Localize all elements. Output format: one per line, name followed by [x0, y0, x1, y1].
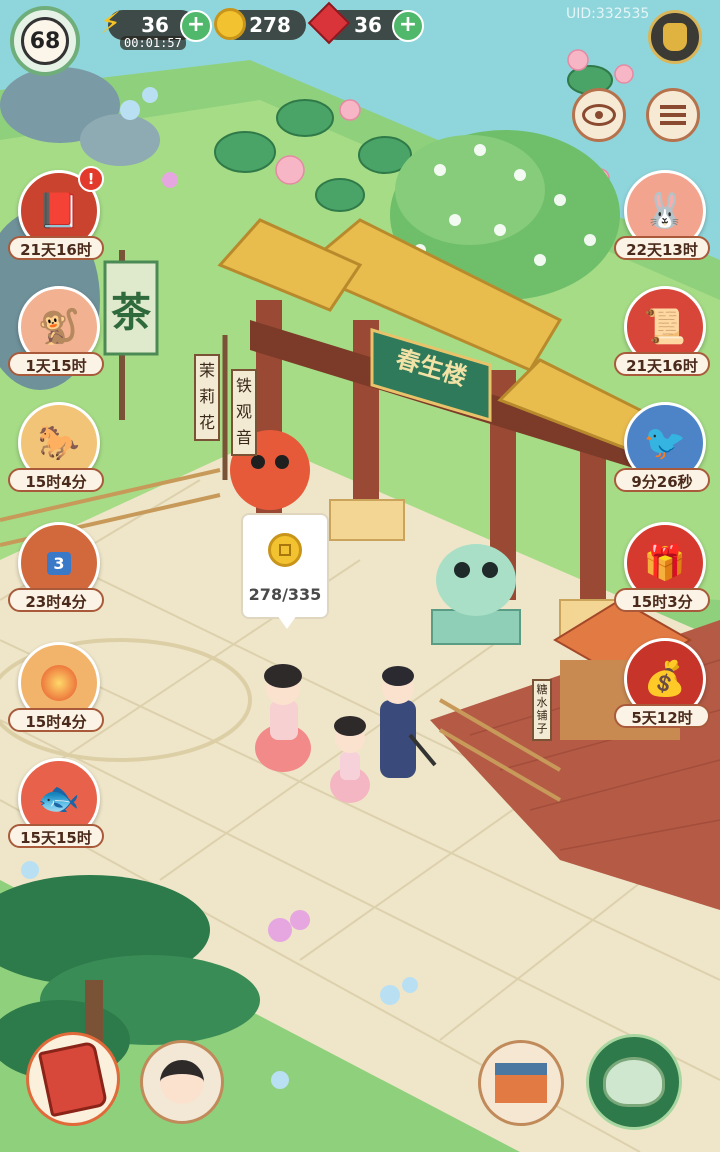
- lantern-icon: [663, 23, 687, 51]
- sign-char: 花: [198, 413, 215, 432]
- event-monkey-button[interactable]: 🐒 1天15时: [8, 286, 104, 382]
- journal-button[interactable]: [26, 1032, 120, 1126]
- energy-timer: 00:01:57: [120, 36, 186, 50]
- jade-cat-statue: [431, 544, 521, 645]
- book-icon: [37, 1040, 109, 1118]
- character-portrait-button[interactable]: [140, 1040, 224, 1124]
- event-timer: 9分26秒: [614, 468, 710, 492]
- chest-count: 3: [47, 551, 71, 575]
- event-timer: 5天12时: [614, 704, 710, 728]
- event-timer: 15天15时: [8, 824, 104, 848]
- event-horse-button[interactable]: 🐎 15时4分: [8, 402, 104, 498]
- sign-char: 茉: [198, 361, 215, 380]
- view-toggle-button[interactable]: [572, 88, 626, 142]
- event-timer: 1天15时: [8, 352, 104, 376]
- sign-char: 铁: [235, 376, 252, 395]
- tea-flag-text: 茶: [111, 289, 151, 336]
- avatar-ring: 68: [21, 17, 69, 65]
- stall-sign-text: 糖水铺子: [536, 683, 548, 735]
- shop-build-button[interactable]: [478, 1040, 564, 1126]
- alert-icon: !: [78, 166, 104, 192]
- event-timer: 22天13时: [614, 236, 710, 260]
- eye-icon: [582, 104, 616, 126]
- event-chest-button[interactable]: 3 23时4分: [8, 522, 104, 618]
- uid-label: UID:332535: [566, 6, 650, 22]
- event-timer: 21天16时: [614, 352, 710, 376]
- sign-post-left: 茉 莉 花: [196, 358, 218, 436]
- event-timer: 15时4分: [8, 708, 104, 732]
- add-gem-button[interactable]: +: [392, 10, 424, 42]
- event-swallow-button[interactable]: 🐦 9分26秒: [614, 402, 710, 498]
- lantern-button[interactable]: [648, 10, 702, 64]
- event-ledger-button[interactable]: 📕 ! 21天16时: [8, 166, 104, 266]
- level-badge[interactable]: 68: [10, 6, 80, 76]
- player-level: 68: [29, 28, 61, 54]
- sign-char: 莉: [198, 387, 215, 406]
- coin-progress: 278/335: [248, 585, 322, 604]
- event-orb-button[interactable]: 15时4分: [8, 642, 104, 738]
- coin-collect-bubble[interactable]: 278/335: [241, 513, 329, 629]
- event-timer: 15时3分: [614, 588, 710, 612]
- teapot-button[interactable]: [586, 1034, 682, 1130]
- avatar-icon: [160, 1060, 204, 1104]
- teapot-icon: [603, 1057, 665, 1107]
- event-timer: 21天16时: [8, 236, 104, 260]
- add-energy-button[interactable]: +: [180, 10, 212, 42]
- event-giftbox-button[interactable]: 🎁 15时3分: [614, 522, 710, 618]
- coin-icon: [214, 8, 246, 40]
- sign-post-right: 铁 观 音: [233, 373, 255, 451]
- coin-icon: [268, 533, 302, 567]
- list-icon: [660, 105, 686, 125]
- event-carp-button[interactable]: 🐟 15天15时: [8, 758, 104, 854]
- event-treasure-button[interactable]: 💰 5天12时: [614, 638, 710, 734]
- sign-char: 观: [235, 402, 252, 421]
- lightning-icon: ⚡: [100, 6, 122, 41]
- event-scroll-button[interactable]: 📜 21天16时: [614, 286, 710, 382]
- menu-button[interactable]: [646, 88, 700, 142]
- shop-icon: [495, 1063, 547, 1103]
- event-timer: 15时4分: [8, 468, 104, 492]
- sign-char: 音: [235, 428, 252, 447]
- event-rabbit-button[interactable]: 🐰 22天13时: [614, 170, 710, 266]
- event-timer: 23时4分: [8, 588, 104, 612]
- game-scene: [0, 0, 720, 1152]
